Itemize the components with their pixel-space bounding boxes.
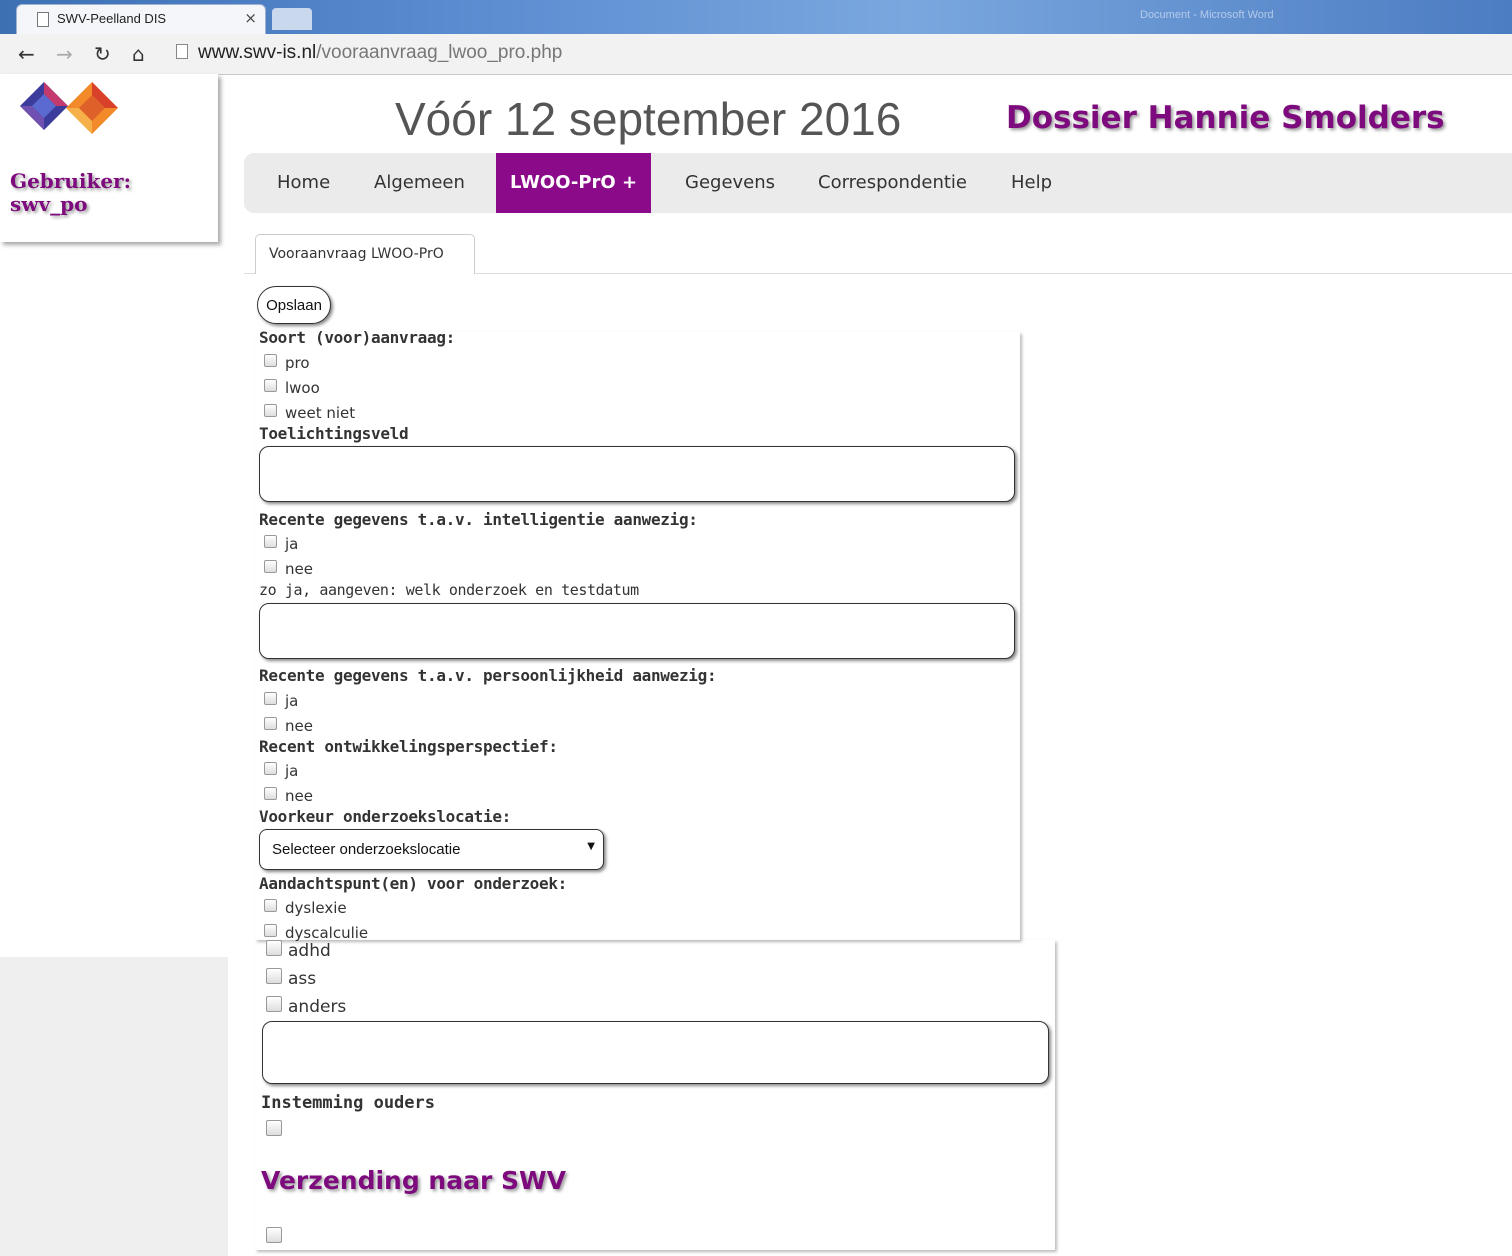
url-host: www.swv-is.nl (198, 42, 317, 63)
verzending-heading: Verzending naar SWV (261, 1166, 566, 1195)
checkbox-ontwikkeling-nee[interactable] (264, 787, 277, 800)
option-ontwikkeling-nee: nee (285, 787, 313, 805)
sidebar-background (0, 957, 228, 1256)
checkbox-adhd[interactable] (266, 940, 282, 956)
checkbox-verzending[interactable] (266, 1227, 282, 1243)
url-field[interactable]: www.swv-is.nl/vooraanvraag_lwoo_pro.php (176, 42, 562, 64)
menu-algemeen[interactable]: Algemeen (374, 153, 465, 213)
url-path: /vooraanvraag_lwoo_pro.php (316, 42, 563, 63)
locatie-selected-value: Selecteer onderzoekslocatie (272, 841, 461, 858)
locatie-label: Voorkeur onderzoekslocatie: (259, 807, 511, 826)
checkbox-intelligentie-ja[interactable] (264, 535, 277, 548)
page-icon (37, 12, 49, 27)
soort-label: Soort (voor)aanvraag: (259, 328, 455, 347)
intelligentie-hint: zo ja, aangeven: welk onderzoek en testd… (259, 581, 639, 599)
tab-title: SWV-Peelland DIS (57, 11, 167, 26)
checkbox-intelligentie-nee[interactable] (264, 560, 277, 573)
toelichting-label: Toelichtingsveld (259, 424, 409, 443)
option-adhd: adhd (288, 941, 331, 961)
save-button[interactable]: Opslaan (257, 286, 331, 324)
intelligentie-label: Recente gegevens t.a.v. intelligentie aa… (259, 510, 698, 529)
option-anders: anders (288, 997, 347, 1017)
option-dyslexie: dyslexie (285, 899, 347, 917)
deadline-title: Vóór 12 september 2016 (395, 93, 902, 145)
option-intelligentie-ja: ja (285, 535, 299, 553)
browser-tab-bar: SWV-Peelland DIS × Document - Microsoft … (0, 0, 1512, 34)
home-icon[interactable]: ⌂ (132, 42, 145, 66)
ontwikkeling-label: Recent ontwikkelingsperspectief: (259, 737, 558, 756)
toelichting-textarea[interactable] (259, 446, 1015, 502)
checkbox-ass[interactable] (266, 968, 282, 984)
dossier-title: Dossier Hannie Smolders (1006, 100, 1445, 136)
option-weet-niet: weet niet (285, 404, 356, 422)
tab-divider (475, 273, 1512, 274)
menu-lwoo-pro[interactable]: LWOO-PrO + (496, 153, 652, 213)
option-ass: ass (288, 969, 317, 989)
persoonlijkheid-label: Recente gegevens t.a.v. persoonlijkheid … (259, 666, 717, 685)
new-tab-button[interactable] (272, 8, 312, 30)
checkbox-dyscalculie[interactable] (264, 924, 277, 937)
option-pro: pro (285, 354, 310, 372)
swv-logo (20, 82, 118, 134)
window-info: Document - Microsoft Word (1140, 9, 1274, 21)
tab-vooraanvraag-label: Vooraanvraag LWOO-PrO (269, 246, 444, 262)
checkbox-persoonlijkheid-ja[interactable] (264, 692, 277, 705)
aandacht-label: Aandachtspunt(en) voor onderzoek: (259, 874, 567, 893)
option-lwoo: lwoo (285, 379, 320, 397)
option-intelligentie-nee: nee (285, 560, 313, 578)
page-icon (176, 44, 188, 59)
option-persoonlijkheid-ja: ja (285, 692, 299, 710)
instemming-label: Instemming ouders (261, 1093, 435, 1113)
checkbox-ontwikkeling-ja[interactable] (264, 762, 277, 775)
checkbox-lwoo[interactable] (264, 379, 277, 392)
menu-home[interactable]: Home (277, 153, 330, 213)
forward-arrow-icon[interactable]: → (56, 42, 73, 66)
option-dyscalculie: dyscalculie (285, 924, 369, 942)
checkbox-weet-niet[interactable] (264, 404, 277, 417)
checkbox-dyslexie[interactable] (264, 899, 277, 912)
user-label: Gebruiker: (10, 169, 131, 193)
browser-tab[interactable]: SWV-Peelland DIS × (16, 4, 266, 34)
option-persoonlijkheid-nee: nee (285, 717, 313, 735)
close-tab-icon[interactable]: × (244, 9, 257, 27)
tab-divider-left (244, 273, 255, 274)
option-ontwikkeling-ja: ja (285, 762, 299, 780)
tab-vooraanvraag[interactable]: Vooraanvraag LWOO-PrO (255, 234, 475, 274)
menu-help[interactable]: Help (1011, 153, 1052, 213)
checkbox-instemming[interactable] (266, 1120, 282, 1136)
reload-icon[interactable]: ↻ (94, 42, 111, 66)
menu-gegevens[interactable]: Gegevens (685, 153, 775, 213)
address-bar: ← → ↻ ⌂ www.swv-is.nl/vooraanvraag_lwoo_… (0, 34, 1512, 75)
menu-correspondentie[interactable]: Correspondentie (818, 153, 967, 213)
checkbox-pro[interactable] (264, 354, 277, 367)
dropdown-arrow-icon: ▼ (587, 841, 595, 852)
back-arrow-icon[interactable]: ← (18, 42, 35, 66)
checkbox-persoonlijkheid-nee[interactable] (264, 717, 277, 730)
user-name: swv_po (10, 192, 88, 216)
locatie-select[interactable]: Selecteer onderzoekslocatie ▼ (259, 829, 604, 870)
sidebar: Gebruiker: swv_po (0, 74, 218, 242)
main-menu: Home Algemeen LWOO-PrO + Gegevens Corres… (244, 153, 1512, 213)
checkbox-anders[interactable] (266, 996, 282, 1012)
intelligentie-textarea[interactable] (259, 603, 1015, 659)
anders-textarea[interactable] (262, 1021, 1049, 1084)
